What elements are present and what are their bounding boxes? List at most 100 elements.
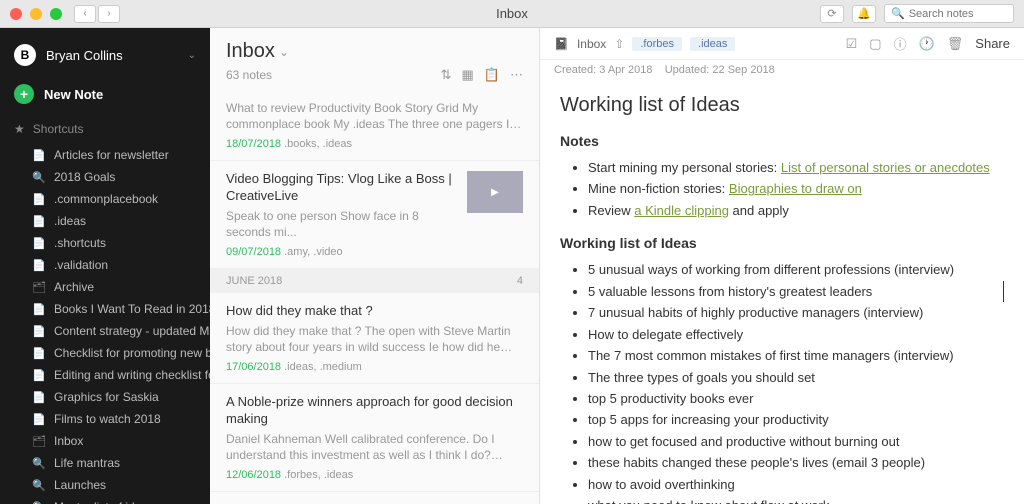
search-container: 🔍 — [884, 4, 1014, 23]
list-item: Review a Kindle clipping and apply — [588, 200, 1004, 221]
note-item[interactable]: What to review Productivity Book Story G… — [210, 91, 539, 161]
sort-icon[interactable]: ⇅ — [441, 67, 452, 83]
link[interactable]: List of personal stories or anecdotes — [781, 160, 990, 175]
filter-icon[interactable]: 📋 — [484, 67, 500, 83]
search-input[interactable] — [909, 8, 1007, 20]
note-date: 17/06/2018 — [226, 361, 281, 373]
note-item[interactable]: ▶Video Blogging Tips: Vlog Like a Boss |… — [210, 161, 539, 269]
trash-icon[interactable]: 🗑 — [947, 36, 964, 52]
note-item[interactable]: How did they make that ?How did they mak… — [210, 293, 539, 384]
window-title: Inbox — [496, 6, 528, 21]
item-icon: 📄 — [32, 391, 46, 404]
notebook-icon: 📓 — [554, 37, 569, 51]
sync-icon[interactable]: ⟳ — [820, 5, 844, 23]
chevron-down-icon: ⌄ — [279, 45, 289, 59]
history-icon[interactable]: 🕐 — [919, 36, 935, 52]
plus-icon: + — [14, 84, 34, 104]
more-icon[interactable]: ⋯ — [510, 67, 523, 83]
note-body[interactable]: Working list of Ideas Notes Start mining… — [540, 80, 1024, 504]
star-icon: ★ — [14, 122, 25, 136]
sidebar-item[interactable]: 🔍Master list of ideas — [0, 496, 210, 504]
reminder-icon[interactable]: ☑ — [846, 36, 858, 52]
tag-ideas[interactable]: .ideas — [690, 37, 735, 51]
note-item[interactable]: A Noble-prize winners approach for good … — [210, 384, 539, 492]
list-item: Mine non-fiction stories: Biographies to… — [588, 178, 1004, 199]
sidebar-item-label: .commonplacebook — [54, 192, 158, 206]
list-item: Start mining my personal stories: List o… — [588, 157, 1004, 178]
note-tags: .amy, .video — [284, 246, 343, 258]
sidebar-item-label: 2018 Goals — [54, 170, 115, 184]
list-item: How to delegate effectively — [588, 324, 1004, 345]
back-button[interactable]: ‹ — [74, 5, 96, 23]
sidebar-item[interactable]: 🔍 2018 Goals — [0, 166, 210, 188]
item-icon: 🗂 — [32, 281, 46, 294]
avatar: B — [14, 44, 36, 66]
sidebar-item[interactable]: 📄Content strategy - updated Marc... — [0, 320, 210, 342]
window-controls — [10, 8, 62, 20]
item-icon: 📄 — [32, 413, 46, 426]
username: Bryan Collins — [46, 48, 178, 63]
note-title: Working list of Ideas — [560, 94, 1004, 117]
maximize-icon[interactable] — [50, 8, 62, 20]
list-item: 5 valuable lessons from history's greate… — [588, 281, 1004, 302]
sidebar-item[interactable]: 📄Graphics for Saskia — [0, 386, 210, 408]
note-snippet: Speak to one person Show face in 8 secon… — [226, 209, 459, 240]
sidebar: B Bryan Collins ⌄ + New Note ★ Shortcuts… — [0, 28, 210, 504]
user-menu[interactable]: B Bryan Collins ⌄ — [0, 36, 210, 74]
info-icon[interactable]: ⓘ — [894, 34, 907, 53]
item-icon: 📄 — [32, 193, 46, 206]
list-item: The 7 most common mistakes of first time… — [588, 345, 1004, 366]
sidebar-item-label: Books I Want To Read in 2018 — [54, 302, 210, 316]
sidebar-item[interactable]: 📄 .commonplacebook — [0, 188, 210, 210]
list-item: what you need to know about flow at work — [588, 495, 1004, 504]
close-icon[interactable] — [10, 8, 22, 20]
sidebar-item[interactable]: 📄Books I Want To Read in 2018 — [0, 298, 210, 320]
titlebar: ‹ › Inbox ⟳ 🔔 🔍 — [0, 0, 1024, 28]
note-item[interactable]: Forbes ideasLinear progression vs norm f… — [210, 492, 539, 504]
nav-buttons: ‹ › — [74, 5, 120, 23]
created-date: Created: 3 Apr 2018 — [554, 64, 652, 76]
sidebar-item[interactable]: 📄Checklist for promoting new blo... — [0, 342, 210, 364]
tag-forbes[interactable]: .forbes — [632, 37, 682, 51]
sidebar-item-label: Inbox — [54, 434, 83, 448]
link[interactable]: Biographies to draw on — [729, 181, 862, 196]
date-divider: JUNE 20184 — [210, 269, 539, 293]
sidebar-item-label: Archive — [54, 280, 94, 294]
note-date: 12/06/2018 — [226, 469, 281, 481]
notifications-icon[interactable]: 🔔 — [852, 5, 876, 23]
list-item: top 5 productivity books ever — [588, 388, 1004, 409]
item-icon: 📄 — [32, 215, 46, 228]
sidebar-item[interactable]: 📄.ideas — [0, 210, 210, 232]
share-icon[interactable]: ⇧ — [614, 37, 624, 51]
note-date: 09/07/2018 — [226, 246, 281, 258]
notelist-title[interactable]: Inbox⌄ — [226, 40, 523, 63]
item-icon: 🗂 — [32, 435, 46, 448]
sidebar-item-label: Launches — [54, 478, 106, 492]
sidebar-item[interactable]: 📄.validation — [0, 254, 210, 276]
item-icon: 🔍 — [32, 171, 46, 184]
share-button[interactable]: Share — [975, 36, 1010, 51]
list-item: The three types of goals you should set — [588, 367, 1004, 388]
item-icon: 📄 — [32, 149, 46, 162]
section-ideas: Working list of Ideas — [560, 235, 1004, 251]
item-icon: 📄 — [32, 369, 46, 382]
new-note-button[interactable]: + New Note — [0, 74, 210, 114]
sidebar-item[interactable]: 🔍Life mantras — [0, 452, 210, 474]
sidebar-item-label: Life mantras — [54, 456, 120, 470]
breadcrumb[interactable]: Inbox — [577, 37, 606, 51]
view-icon[interactable]: ▦ — [462, 67, 474, 83]
sidebar-item[interactable]: 📄 Editing and writing checklist for... — [0, 364, 210, 386]
sidebar-item[interactable]: 🗂 Inbox — [0, 430, 210, 452]
sidebar-item[interactable]: 📄Articles for newsletter — [0, 144, 210, 166]
minimize-icon[interactable] — [30, 8, 42, 20]
forward-button[interactable]: › — [98, 5, 120, 23]
note-snippet: What to review Productivity Book Story G… — [226, 101, 523, 132]
sidebar-item[interactable]: 📄.shortcuts — [0, 232, 210, 254]
sidebar-item[interactable]: 🔍Launches — [0, 474, 210, 496]
sidebar-item-label: Content strategy - updated Marc... — [54, 324, 210, 338]
present-icon[interactable]: ▢ — [869, 36, 881, 52]
link[interactable]: a Kindle clipping — [634, 203, 729, 218]
sidebar-item[interactable]: 🗂 Archive — [0, 276, 210, 298]
sidebar-item-label: Editing and writing checklist for... — [54, 368, 210, 382]
sidebar-item[interactable]: 📄Films to watch 2018 — [0, 408, 210, 430]
